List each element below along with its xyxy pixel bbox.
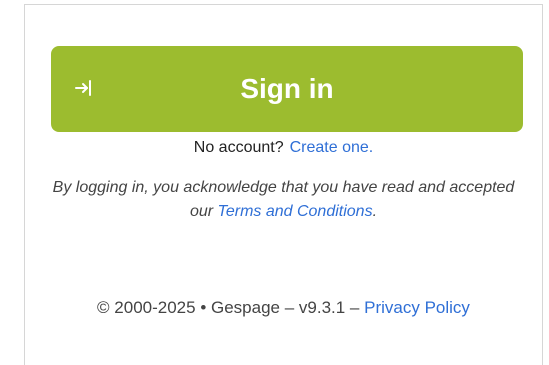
terms-notice: By logging in, you acknowledge that you … bbox=[45, 176, 522, 224]
create-account-link[interactable]: Create one. bbox=[290, 139, 374, 156]
copyright-text: © 2000-2025 • Gespage – v9.3.1 – bbox=[97, 298, 360, 317]
sign-in-button[interactable]: Sign in bbox=[51, 46, 523, 132]
no-account-line: No account? Create one. bbox=[25, 139, 542, 157]
sign-in-label: Sign in bbox=[240, 73, 334, 104]
privacy-policy-link[interactable]: Privacy Policy bbox=[364, 298, 470, 317]
terms-period: . bbox=[372, 203, 378, 220]
footer: © 2000-2025 • Gespage – v9.3.1 – Privacy… bbox=[55, 296, 512, 320]
sign-in-arrow-icon bbox=[75, 80, 91, 96]
no-account-prompt: No account? bbox=[193, 139, 284, 156]
login-panel: Sign in No account? Create one. By loggin… bbox=[24, 4, 543, 365]
terms-link[interactable]: Terms and Conditions bbox=[218, 203, 373, 220]
